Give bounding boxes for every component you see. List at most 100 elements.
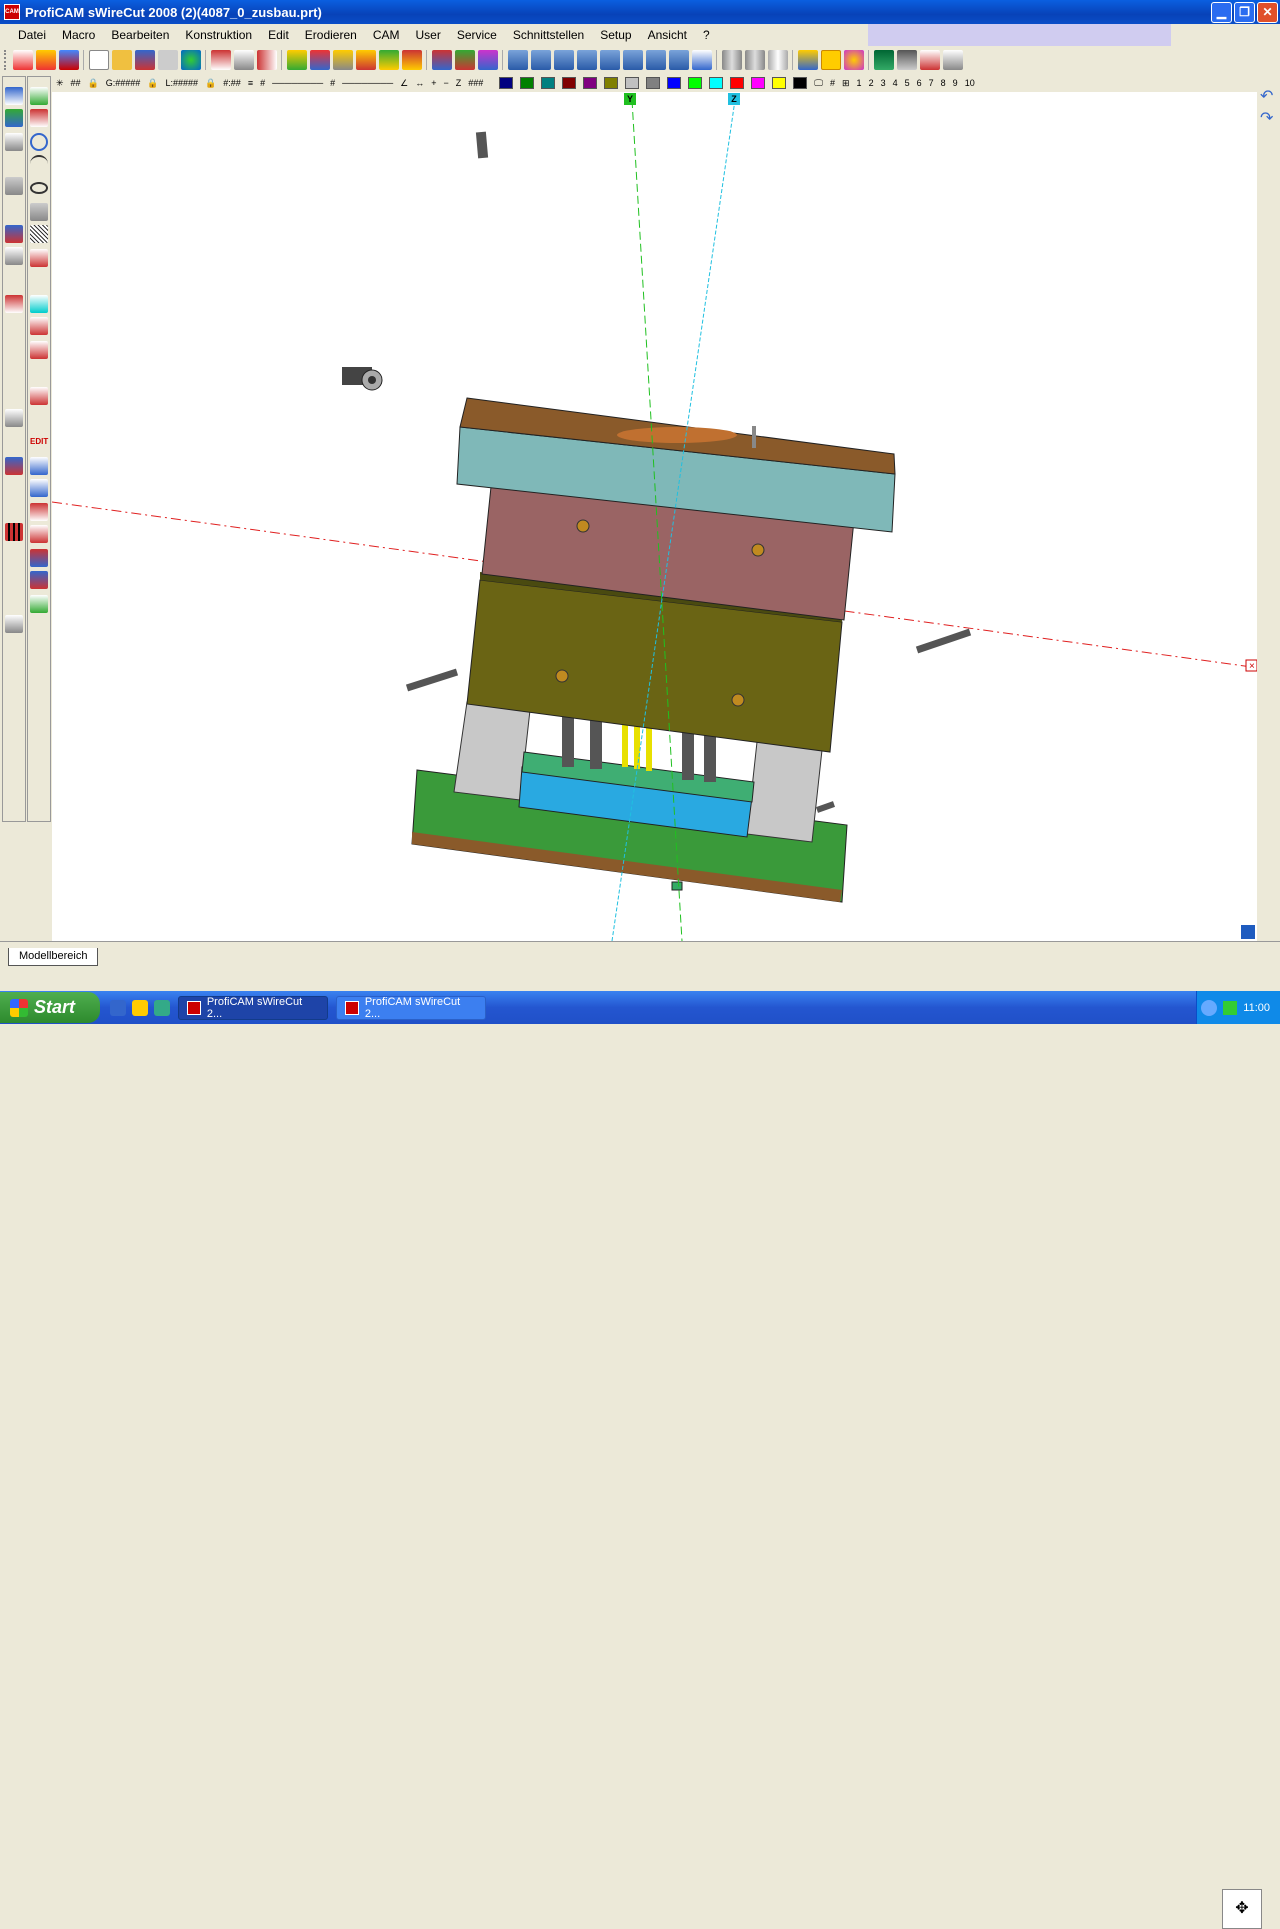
menu-cam[interactable]: CAM xyxy=(365,28,408,42)
plus-icon[interactable]: + xyxy=(431,78,436,88)
snap-point-icon[interactable] xyxy=(378,50,399,70)
menu-konstruktion[interactable]: Konstruktion xyxy=(177,28,260,42)
field-layer[interactable]: L:##### xyxy=(166,78,199,88)
undo-icon[interactable]: ↶ xyxy=(1260,86,1273,106)
menu-erodieren[interactable]: Erodieren xyxy=(297,28,365,42)
view-right-icon[interactable] xyxy=(599,50,620,70)
box-icon[interactable] xyxy=(332,50,353,70)
pan-navigation-icon[interactable]: ✥ xyxy=(1222,1889,1262,1929)
lock-icon[interactable]: 🔒 xyxy=(205,78,216,89)
menu-help[interactable]: ? xyxy=(695,28,718,42)
menu-setup[interactable]: Setup xyxy=(592,28,639,42)
cylinder-wire-icon[interactable] xyxy=(767,50,788,70)
color-swatch-lime[interactable] xyxy=(688,77,703,89)
document-icon[interactable] xyxy=(5,409,23,427)
network-icon[interactable] xyxy=(1223,1000,1238,1015)
measure-icon[interactable] xyxy=(30,595,48,613)
machine-icon[interactable] xyxy=(896,50,917,70)
library-icon[interactable] xyxy=(5,225,23,243)
print-icon[interactable] xyxy=(35,50,56,70)
line-width-dropdown[interactable]: ──────── xyxy=(342,78,393,88)
angle-icon[interactable]: ∠ xyxy=(400,78,408,89)
properties-icon[interactable] xyxy=(30,457,48,475)
edit-label-icon[interactable]: EDIT xyxy=(30,433,48,451)
layer-10[interactable]: 10 xyxy=(965,78,975,88)
trim-tool-icon[interactable] xyxy=(30,525,48,543)
layer-5[interactable]: 5 xyxy=(905,78,910,88)
hatch-icon[interactable] xyxy=(5,523,23,541)
color-swatch-magenta[interactable] xyxy=(751,77,766,89)
field-linetype[interactable]: # xyxy=(260,78,265,88)
menu-datei[interactable]: Datei xyxy=(10,28,54,42)
save-icon[interactable] xyxy=(58,50,79,70)
color-swatch-olive[interactable] xyxy=(604,77,619,89)
save-as-icon[interactable] xyxy=(134,50,155,70)
cut-tool-icon[interactable] xyxy=(30,549,48,567)
material-icon[interactable] xyxy=(5,295,23,313)
taskbar-item-proficam-1[interactable]: ProfiCAM sWireCut 2... xyxy=(178,995,328,1020)
lock-icon[interactable]: 🔒 xyxy=(147,78,158,89)
glasses-icon[interactable] xyxy=(5,615,23,633)
view-bottom-icon[interactable] xyxy=(645,50,666,70)
trim-icon[interactable] xyxy=(454,50,475,70)
tab-modellbereich[interactable]: Modellbereich xyxy=(8,948,99,966)
close-button[interactable]: ✕ xyxy=(1257,2,1278,23)
monitor-icon[interactable] xyxy=(873,50,894,70)
list-icon[interactable] xyxy=(256,50,277,70)
view-plane-icon[interactable] xyxy=(691,50,712,70)
point-icon[interactable] xyxy=(30,87,48,105)
curve-icon[interactable] xyxy=(30,249,48,267)
view-top-icon[interactable] xyxy=(622,50,643,70)
pdf-export-icon[interactable] xyxy=(12,50,33,70)
menu-macro[interactable]: Macro xyxy=(54,28,103,42)
new-file-icon[interactable] xyxy=(88,50,109,70)
view-iso-icon[interactable] xyxy=(507,50,528,70)
nc-icon[interactable] xyxy=(942,50,963,70)
open-folder-icon[interactable] xyxy=(111,50,132,70)
color-swatch-black[interactable] xyxy=(793,77,808,89)
machine-setup-icon[interactable] xyxy=(5,247,23,265)
info-icon[interactable] xyxy=(30,479,48,497)
cut-icon[interactable] xyxy=(431,50,452,70)
globe-icon[interactable] xyxy=(180,50,201,70)
color-swatch-red[interactable] xyxy=(730,77,745,89)
cylinder-icon[interactable] xyxy=(721,50,742,70)
color-swatch-teal[interactable] xyxy=(541,77,556,89)
select-icon[interactable] xyxy=(5,177,23,195)
asterisk-icon[interactable]: ✳ xyxy=(56,78,64,89)
menu-ansicht[interactable]: Ansicht xyxy=(640,28,695,42)
menu-edit[interactable]: Edit xyxy=(260,28,297,42)
dimension-icon[interactable] xyxy=(30,387,48,405)
lock-icon[interactable]: 🔒 xyxy=(88,78,99,89)
line-cross-icon[interactable] xyxy=(30,109,48,127)
text-a-icon[interactable] xyxy=(30,295,48,313)
line-style-dropdown[interactable]: ──────── xyxy=(272,78,323,88)
rotate-icon[interactable] xyxy=(477,50,498,70)
restore-button[interactable]: ❐ xyxy=(1234,2,1255,23)
tool-icon[interactable] xyxy=(5,457,23,475)
scale-icon[interactable] xyxy=(233,50,254,70)
shaded-mode-icon[interactable] xyxy=(820,50,841,70)
color-swatch-navy[interactable] xyxy=(499,77,514,89)
layer-2[interactable]: 2 xyxy=(869,78,874,88)
coordinate-icon[interactable] xyxy=(309,50,330,70)
ellipse-icon[interactable] xyxy=(30,182,48,194)
hatch-area-icon[interactable] xyxy=(30,225,48,243)
tray-expand-icon[interactable] xyxy=(1201,999,1218,1016)
field-grid[interactable]: ## xyxy=(71,78,81,88)
menu-service[interactable]: Service xyxy=(449,28,505,42)
color-swatch-gray[interactable] xyxy=(646,77,661,89)
desktop-icon[interactable] xyxy=(154,999,170,1016)
layer-1[interactable]: 1 xyxy=(857,78,862,88)
layer-4[interactable]: 4 xyxy=(893,78,898,88)
layer-icon[interactable] xyxy=(210,50,231,70)
linetype-icon[interactable]: ≡ xyxy=(248,78,253,88)
origin-icon[interactable] xyxy=(401,50,422,70)
color-swatch-maroon[interactable] xyxy=(562,77,577,89)
opengl-icon[interactable] xyxy=(843,50,864,70)
field-group[interactable]: G:##### xyxy=(106,78,141,88)
color-swatch-blue[interactable] xyxy=(667,77,682,89)
view-back-icon[interactable] xyxy=(553,50,574,70)
drawing-canvas[interactable]: × Y Z xyxy=(52,92,1257,941)
menu-schnittstellen[interactable]: Schnittstellen xyxy=(505,28,592,42)
